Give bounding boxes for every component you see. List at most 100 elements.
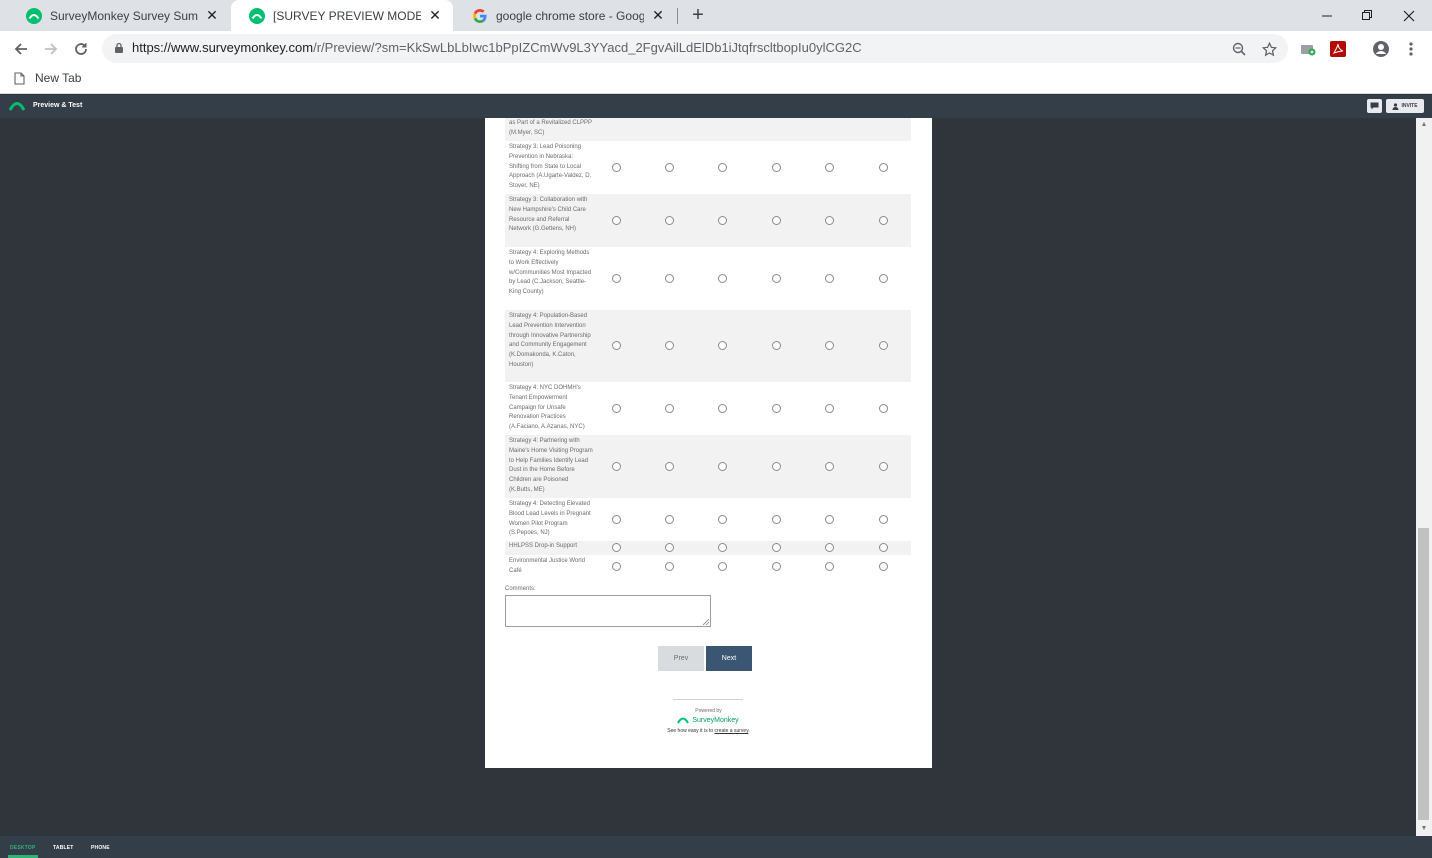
- kebab-menu-icon: [1409, 42, 1413, 56]
- browser-toolbar: https://www.surveymonkey.com/r/Preview/?…: [0, 31, 1432, 66]
- rating-radio-6[interactable]: [879, 341, 888, 350]
- rating-radio-1[interactable]: [612, 341, 621, 350]
- lock-icon: [115, 42, 123, 53]
- forward-button[interactable]: [38, 36, 64, 62]
- tab-title: [SURVEY PREVIEW MODE] 2018 C: [273, 8, 421, 23]
- rating-radio-3[interactable]: [718, 462, 727, 471]
- rating-radio-2[interactable]: [665, 515, 674, 524]
- close-tab-icon[interactable]: ✕: [650, 7, 666, 24]
- rating-radio-3[interactable]: [718, 163, 727, 172]
- rating-radio-2[interactable]: [665, 163, 674, 172]
- rating-radio-6[interactable]: [879, 404, 888, 413]
- create-survey-link[interactable]: create a survey: [715, 728, 749, 734]
- rating-radio-4[interactable]: [772, 216, 781, 225]
- rating-radio-4[interactable]: [772, 404, 781, 413]
- back-button[interactable]: [8, 36, 34, 62]
- extension-pdf-button[interactable]: [1328, 39, 1348, 59]
- rating-radio-2[interactable]: [665, 274, 674, 283]
- profile-button[interactable]: [1371, 39, 1391, 59]
- rating-radio-6[interactable]: [879, 462, 888, 471]
- restore-button[interactable]: [1344, 0, 1390, 31]
- device-desktop[interactable]: DESKTOP: [10, 845, 35, 851]
- scroll-up-arrow[interactable]: ▲: [1416, 118, 1432, 132]
- close-window-button[interactable]: [1386, 0, 1432, 31]
- scroll-down-arrow[interactable]: ▼: [1416, 822, 1432, 836]
- rating-radio-4[interactable]: [772, 341, 781, 350]
- rating-radio-2[interactable]: [665, 341, 674, 350]
- document-icon: [14, 71, 25, 85]
- rating-radio-2[interactable]: [665, 216, 674, 225]
- reload-button[interactable]: [68, 36, 94, 62]
- rating-radio-3[interactable]: [718, 404, 727, 413]
- arrow-right-icon: [45, 43, 58, 55]
- tab-survey-preview[interactable]: [SURVEY PREVIEW MODE] 2018 C ✕: [231, 0, 453, 31]
- zoom-button[interactable]: [1230, 40, 1248, 58]
- page-scrollbar[interactable]: ▲ ▼: [1416, 118, 1432, 836]
- next-button[interactable]: Next: [706, 646, 752, 671]
- tab-google-search[interactable]: google chrome store - Google Se ✕: [454, 0, 676, 31]
- rating-radio-3[interactable]: [718, 515, 727, 524]
- rating-radio-6[interactable]: [879, 515, 888, 524]
- rating-radio-4[interactable]: [772, 515, 781, 524]
- comments-textarea[interactable]: [505, 595, 711, 627]
- rating-radio-6[interactable]: [879, 216, 888, 225]
- rating-radio-5[interactable]: [825, 274, 834, 283]
- rating-radio-2[interactable]: [665, 562, 674, 571]
- menu-button[interactable]: [1401, 39, 1421, 59]
- scrollbar-thumb[interactable]: [1418, 528, 1429, 820]
- rating-radio-3[interactable]: [718, 274, 727, 283]
- rating-radio-2[interactable]: [665, 404, 674, 413]
- rating-radio-1[interactable]: [612, 462, 621, 471]
- rating-radio-6[interactable]: [879, 543, 888, 552]
- rating-radio-1[interactable]: [612, 543, 621, 552]
- close-icon: [1403, 10, 1415, 21]
- close-tab-icon[interactable]: ✕: [427, 7, 443, 24]
- invite-button[interactable]: INVITE: [1386, 99, 1424, 113]
- rating-radio-2[interactable]: [665, 543, 674, 552]
- surveymonkey-brand-link[interactable]: SurveyMonkey: [673, 716, 743, 724]
- rating-radio-5[interactable]: [825, 562, 834, 571]
- footer-divider: [673, 699, 743, 700]
- rating-radio-6[interactable]: [879, 562, 888, 571]
- tab-survey-summary[interactable]: SurveyMonkey Survey Summary ✕: [8, 0, 230, 31]
- rating-radio-3[interactable]: [718, 216, 727, 225]
- rating-radio-4[interactable]: [772, 274, 781, 283]
- rating-radio-4[interactable]: [772, 562, 781, 571]
- rating-radio-5[interactable]: [825, 543, 834, 552]
- rating-radio-5[interactable]: [825, 163, 834, 172]
- rating-radio-1[interactable]: [612, 515, 621, 524]
- device-tablet[interactable]: TABLET: [53, 845, 74, 851]
- rating-radio-3[interactable]: [718, 562, 727, 571]
- rating-radio-3[interactable]: [718, 543, 727, 552]
- rating-radio-3[interactable]: [718, 341, 727, 350]
- bookmark-new-tab[interactable]: New Tab: [14, 71, 81, 85]
- rating-radio-6[interactable]: [879, 274, 888, 283]
- rating-radio-5[interactable]: [825, 404, 834, 413]
- extension-drive-button[interactable]: [1298, 39, 1318, 59]
- rating-radio-4[interactable]: [772, 462, 781, 471]
- rating-radio-4[interactable]: [772, 163, 781, 172]
- rating-radio-5[interactable]: [825, 515, 834, 524]
- rating-radio-1[interactable]: [612, 274, 621, 283]
- comment-button[interactable]: [1367, 99, 1382, 113]
- rating-radio-1[interactable]: [612, 216, 621, 225]
- prev-button[interactable]: Prev: [658, 646, 704, 671]
- close-tab-icon[interactable]: ✕: [204, 7, 220, 24]
- matrix-row: Strategy 4: Partnering with Maine's Home…: [505, 435, 911, 498]
- rating-radio-6[interactable]: [879, 163, 888, 172]
- address-bar[interactable]: https://www.surveymonkey.com/r/Preview/?…: [102, 34, 1288, 63]
- preview-stage: as Part of a Revitalized CLPPP (M.Myer, …: [0, 118, 1416, 836]
- bookmark-star-button[interactable]: [1260, 40, 1278, 58]
- resize-grip-icon[interactable]: [703, 619, 709, 625]
- device-phone[interactable]: PHONE: [91, 845, 110, 851]
- rating-radio-5[interactable]: [825, 216, 834, 225]
- rating-radio-5[interactable]: [825, 462, 834, 471]
- rating-radio-5[interactable]: [825, 341, 834, 350]
- comments-label: Comments:: [505, 586, 536, 592]
- rating-radio-1[interactable]: [612, 562, 621, 571]
- new-tab-button[interactable]: +: [686, 4, 710, 28]
- rating-radio-1[interactable]: [612, 404, 621, 413]
- rating-radio-2[interactable]: [665, 462, 674, 471]
- rating-radio-4[interactable]: [772, 543, 781, 552]
- rating-radio-1[interactable]: [612, 163, 621, 172]
